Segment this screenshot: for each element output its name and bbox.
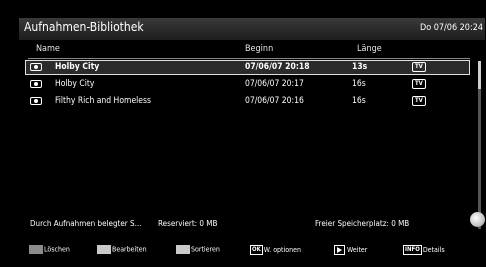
edit-label: Bearbeiten bbox=[112, 245, 147, 254]
info-key-icon: INFO bbox=[403, 245, 422, 255]
scrollbar-thumb[interactable] bbox=[478, 61, 481, 89]
edit-hint[interactable]: Bearbeiten bbox=[97, 245, 147, 254]
recording-start: 07/06/07 20:18 bbox=[245, 62, 310, 72]
used-space-label: Durch Aufnahmen belegter S... bbox=[30, 219, 142, 228]
reserved-space: Reserviert: 0 MB bbox=[158, 219, 218, 228]
recording-length: 13s bbox=[352, 62, 368, 72]
yellow-key-icon bbox=[176, 245, 190, 254]
tv-badge-icon: TV bbox=[412, 79, 426, 89]
page-title: Aufnahmen-Bibliothek bbox=[24, 20, 144, 34]
details-label: Details bbox=[422, 246, 445, 254]
watched-eye-icon bbox=[30, 80, 42, 88]
recording-name: Holby City bbox=[55, 79, 95, 89]
column-header-name[interactable]: Name bbox=[36, 44, 60, 54]
disk-usage-knob-icon bbox=[470, 212, 485, 227]
sort-label: Sortieren bbox=[191, 245, 220, 254]
recording-row[interactable]: Filthy Rich and Homeless 07/06/07 20:16 … bbox=[26, 95, 469, 108]
recording-row[interactable]: Holby City 07/06/07 20:18 13s TV bbox=[25, 60, 470, 75]
recording-start: 07/06/07 20:17 bbox=[245, 79, 304, 89]
recording-start: 07/06/07 20:16 bbox=[245, 96, 304, 106]
column-header-length[interactable]: Länge bbox=[357, 44, 382, 54]
watched-eye-icon bbox=[30, 63, 42, 71]
details-hint[interactable]: INFO Details bbox=[403, 245, 445, 255]
green-key-icon bbox=[97, 245, 111, 254]
delete-hint[interactable]: Löschen bbox=[29, 245, 70, 254]
clock: Do 07/06 20:24 bbox=[420, 23, 483, 33]
free-space: Freier Speicherplatz: 0 MB bbox=[315, 219, 410, 228]
recording-row[interactable]: Holby City 07/06/07 20:17 16s TV bbox=[26, 78, 469, 91]
next-hint[interactable]: Weiter bbox=[334, 245, 367, 255]
red-key-icon bbox=[29, 245, 43, 254]
options-hint[interactable]: OK W. optionen bbox=[250, 245, 301, 255]
ok-key-icon: OK bbox=[250, 245, 263, 255]
sort-hint[interactable]: Sortieren bbox=[176, 245, 220, 254]
tv-badge-icon: TV bbox=[412, 96, 426, 106]
recording-length: 16s bbox=[352, 96, 366, 106]
header-divider bbox=[28, 58, 470, 59]
next-label: Weiter bbox=[347, 246, 368, 254]
play-icon bbox=[334, 245, 345, 255]
options-label: W. optionen bbox=[263, 246, 301, 254]
recording-length: 16s bbox=[352, 79, 366, 89]
title-bar: Aufnahmen-Bibliothek Do 07/06 20:24 bbox=[19, 18, 485, 40]
column-header-start[interactable]: Beginn bbox=[245, 44, 273, 54]
watched-eye-icon bbox=[30, 97, 42, 105]
key-legend: Löschen Bearbeiten Sortieren OK W. option… bbox=[0, 242, 486, 267]
delete-label: Löschen bbox=[44, 245, 70, 254]
tv-badge-icon: TV bbox=[412, 62, 426, 72]
recording-name: Holby City bbox=[55, 62, 100, 72]
recording-name: Filthy Rich and Homeless bbox=[55, 96, 151, 106]
